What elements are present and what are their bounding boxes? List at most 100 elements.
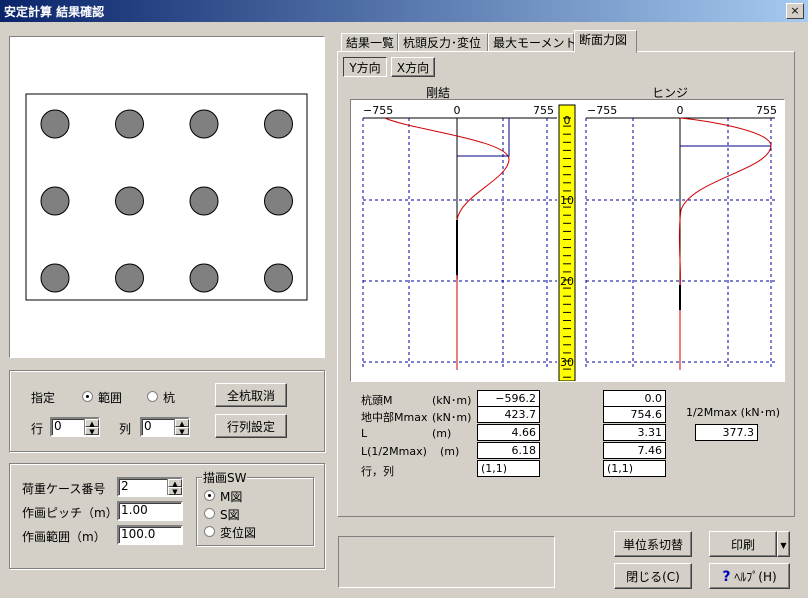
- spin-up-icon[interactable]: ▲: [85, 419, 99, 428]
- rigid-l: 4.66: [477, 424, 540, 441]
- pile-1-2[interactable]: [115, 109, 144, 139]
- hinge-tick-min: −755: [587, 104, 617, 117]
- set-row-col-button[interactable]: 行列設定: [215, 414, 287, 438]
- hinge-tick-max: 755: [756, 104, 777, 117]
- chevron-down-icon: ▼: [780, 541, 787, 550]
- s-diagram-label: S図: [220, 508, 240, 522]
- draw-pitch-input[interactable]: 1.00: [117, 501, 183, 521]
- m-diagram-label: M図: [220, 490, 243, 504]
- tab-section-force[interactable]: 断面力図: [574, 30, 637, 53]
- message-area: [338, 536, 555, 588]
- rigid-pile-head-m: −596.2: [477, 390, 540, 407]
- load-case-label: 荷重ケース番号: [22, 482, 106, 496]
- close-button[interactable]: 閉じる(C): [614, 563, 692, 589]
- hinge-l-half: 7.46: [603, 442, 666, 459]
- displacement-diagram-radio[interactable]: [204, 526, 215, 537]
- moment-diagram: −755 0 755 −755 0 755 0 10 20 30: [362, 104, 777, 382]
- pile-radio-label: 杭: [163, 391, 176, 405]
- help-question-icon: ?: [722, 568, 731, 585]
- depth-label-10: 10: [560, 194, 574, 207]
- spin-down-icon[interactable]: ▼: [175, 427, 189, 436]
- load-case-value: 2: [121, 479, 129, 493]
- range-radio[interactable]: [82, 391, 93, 402]
- clear-all-piles-button[interactable]: 全杭取消: [215, 383, 287, 407]
- print-button[interactable]: 印刷: [709, 531, 777, 557]
- hinge-pile-head-m: 0.0: [603, 390, 666, 407]
- print-dropdown-button[interactable]: ▼: [777, 531, 790, 557]
- spin-up-icon[interactable]: ▲: [175, 419, 189, 428]
- half-mmax-value: 377.3: [695, 424, 758, 441]
- hinge-mmax: 754.6: [603, 406, 666, 423]
- hinge-moment-curve: [678, 117, 772, 370]
- result-unit-mmax: (kN･m): [432, 411, 472, 424]
- half-mmax-label: 1/2Mmax (kN･m): [686, 406, 781, 419]
- s-diagram-radio[interactable]: [204, 508, 215, 519]
- pile-1-4[interactable]: [264, 109, 293, 139]
- result-label-l-half: L(1/2Mmax): [361, 445, 427, 458]
- spin-down-icon[interactable]: ▼: [85, 427, 99, 436]
- pile-3-3[interactable]: [189, 263, 219, 293]
- depth-label-0: 0: [564, 114, 571, 127]
- result-label-l: L: [361, 427, 368, 440]
- section-force-chart-area: −755 0 755 −755 0 755 0 10 20 30: [350, 99, 785, 382]
- spin-up-icon[interactable]: ▲: [168, 479, 182, 488]
- draw-sw-title: 描画SW: [202, 469, 248, 486]
- spin-down-icon[interactable]: ▼: [168, 487, 182, 496]
- pile-layout-diagram: [25, 93, 308, 301]
- pile-2-4[interactable]: [264, 186, 293, 216]
- depth-scale: [558, 104, 576, 382]
- displacement-diagram-label: 変位図: [220, 526, 257, 540]
- rigid-tick-zero: 0: [454, 104, 461, 117]
- help-button[interactable]: ? ﾍﾙﾌﾟ(H): [709, 563, 790, 589]
- result-label-rowcol: 行，列: [361, 465, 394, 478]
- depth-label-30: 30: [560, 356, 574, 369]
- result-unit-pile-head-m: (kN･m): [432, 394, 472, 407]
- row-spin-buttons[interactable]: ▲ ▼: [84, 419, 99, 436]
- title-bar: 安定計算 結果確認 ×: [0, 0, 808, 22]
- rigid-tick-min: −755: [363, 104, 393, 117]
- draw-pitch-label: 作画ピッチ（m）: [22, 506, 118, 520]
- pile-2-1[interactable]: [40, 186, 70, 216]
- m-diagram-radio[interactable]: [204, 490, 215, 501]
- pile-2-2[interactable]: [115, 186, 144, 216]
- result-unit-l: (m): [432, 427, 452, 440]
- selection-label: 指定: [31, 391, 56, 405]
- result-label-mmax: 地中部Mmax: [361, 411, 428, 424]
- draw-pitch-value: 1.00: [121, 503, 148, 517]
- pile-2-3[interactable]: [189, 186, 219, 216]
- draw-range-label: 作画範囲（m）: [22, 530, 106, 544]
- help-button-label: ﾍﾙﾌﾟ(H): [734, 569, 777, 584]
- rigid-rowcol: (1,1): [477, 460, 540, 477]
- pile-1-3[interactable]: [189, 109, 219, 139]
- result-label-pile-head-m: 杭頭M: [361, 394, 393, 407]
- row-value: 0: [54, 419, 62, 433]
- pile-3-1[interactable]: [40, 263, 70, 293]
- pile-3-4[interactable]: [264, 263, 293, 293]
- rigid-mmax: 423.7: [477, 406, 540, 423]
- hinge-tick-zero: 0: [677, 104, 684, 117]
- col-label: 列: [119, 422, 132, 436]
- unit-switch-button[interactable]: 単位系切替: [614, 531, 692, 557]
- tab-y-direction[interactable]: Y方向: [343, 57, 387, 77]
- draw-range-input[interactable]: 100.0: [117, 525, 183, 545]
- pile-1-1[interactable]: [40, 109, 70, 139]
- load-case-spin-buttons[interactable]: ▲ ▼: [167, 479, 182, 496]
- tab-pile-head-reaction[interactable]: 杭頭反力･変位: [398, 33, 488, 52]
- window-title: 安定計算 結果確認: [4, 5, 105, 19]
- hinge-rowcol: (1,1): [603, 460, 666, 477]
- col-value: 0: [144, 419, 152, 433]
- rigid-l-half: 6.18: [477, 442, 540, 459]
- range-radio-label: 範囲: [98, 391, 123, 405]
- pile-radio[interactable]: [147, 391, 158, 402]
- pile-layout-panel: [9, 36, 325, 358]
- tab-x-direction[interactable]: X方向: [391, 57, 435, 77]
- rigid-tick-max: 755: [533, 104, 554, 117]
- tab-results-list[interactable]: 結果一覧: [341, 33, 398, 52]
- tab-max-moment[interactable]: 最大モーメント: [488, 33, 577, 52]
- hinge-l: 3.31: [603, 424, 666, 441]
- pile-3-2[interactable]: [115, 263, 144, 293]
- close-icon[interactable]: ×: [786, 3, 804, 19]
- row-label: 行: [31, 422, 44, 436]
- result-unit-l-half: (m): [440, 445, 460, 458]
- col-spin-buttons[interactable]: ▲ ▼: [174, 419, 189, 436]
